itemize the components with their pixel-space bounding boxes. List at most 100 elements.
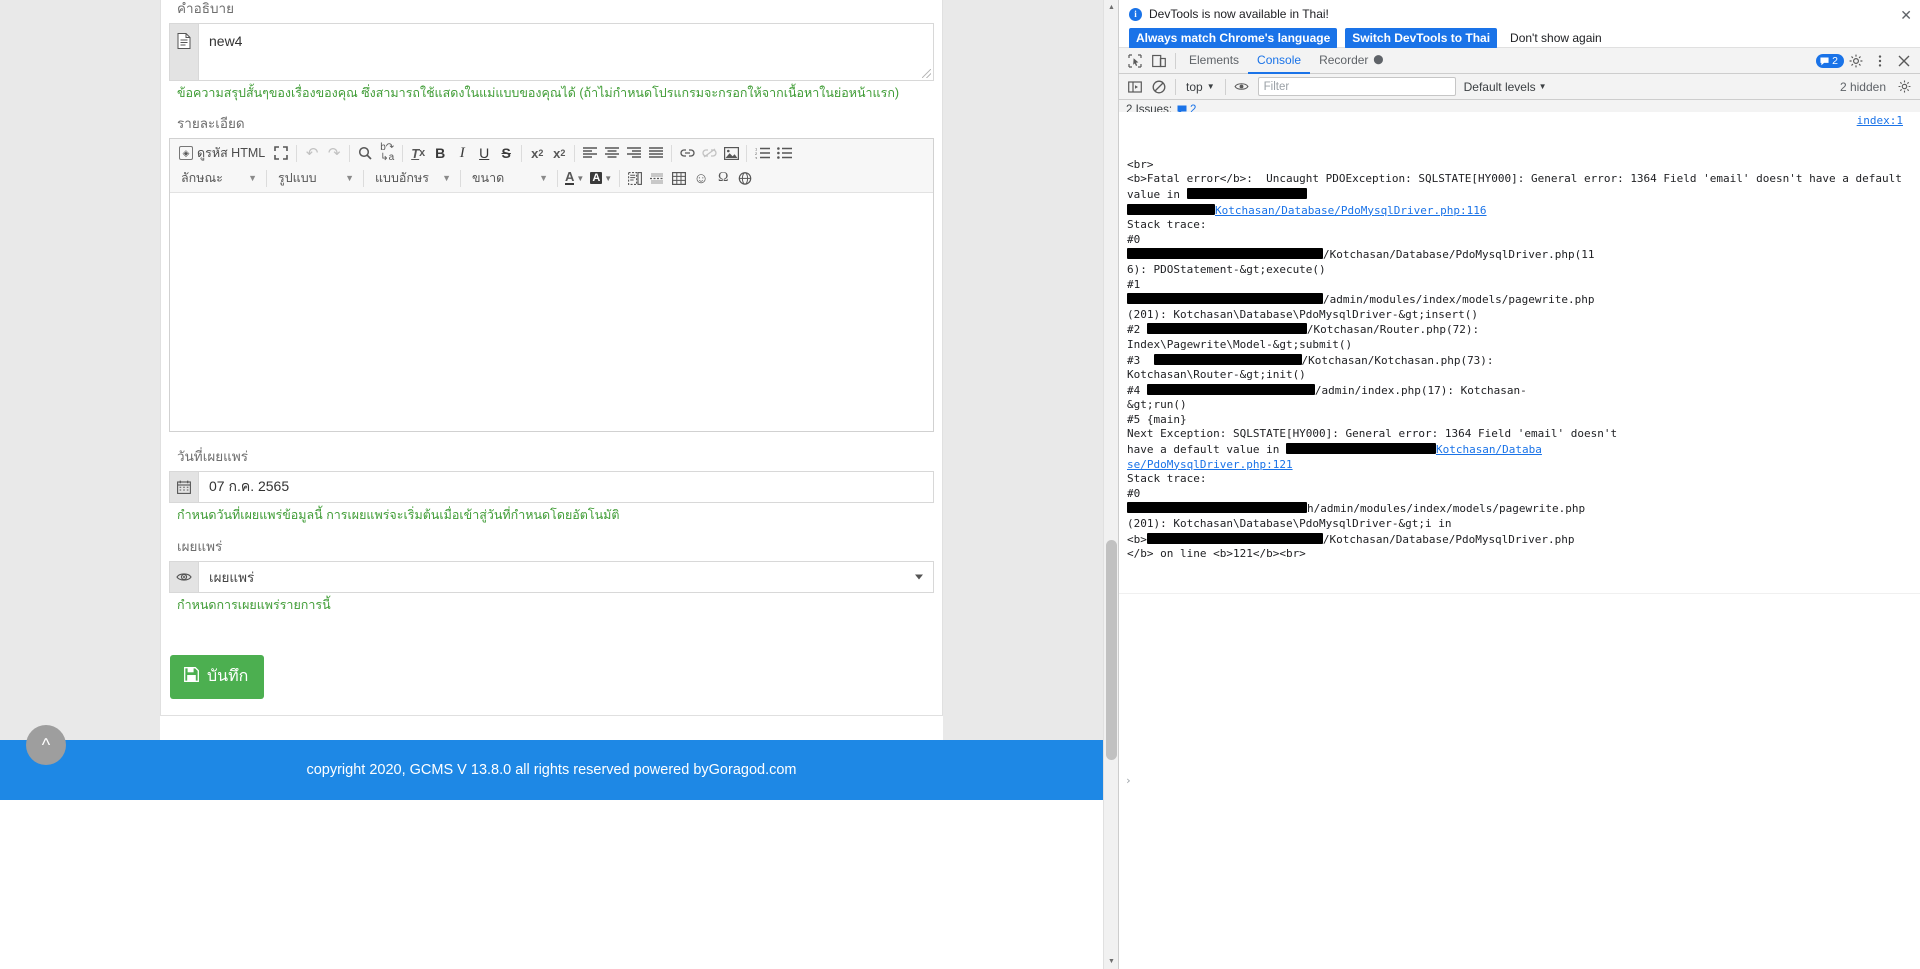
background-color-icon[interactable]: A ▼ (587, 167, 615, 189)
footer-link[interactable]: Goragod.com (709, 762, 797, 778)
log-levels-selector[interactable]: Default levels ▼ (1464, 80, 1547, 94)
save-button[interactable]: บันทึก (170, 655, 265, 699)
special-char-icon[interactable]: Ω (712, 167, 734, 189)
superscript-icon[interactable]: x2 (548, 142, 570, 164)
console-line: <br> (1127, 157, 1154, 171)
italic-icon[interactable]: I (451, 142, 473, 164)
form-actions: บันทึก (169, 655, 934, 699)
tab-console[interactable]: Console (1248, 48, 1311, 74)
separator (619, 169, 621, 187)
numbered-list-icon[interactable]: 1 2 3 (751, 142, 773, 164)
console-text: #4 (1127, 383, 1147, 397)
unlink-icon[interactable] (698, 142, 720, 164)
text-color-icon[interactable]: A ▼ (562, 167, 587, 189)
find-icon[interactable] (354, 142, 376, 164)
tab-recorder[interactable]: Recorder ⬤ (1310, 48, 1392, 74)
console-log-entry[interactable]: index:1 <br> <b>Fatal error</b>: Uncaught… (1119, 112, 1920, 594)
console-source-link[interactable]: index:1 (1857, 114, 1903, 129)
bulleted-list-icon[interactable] (773, 142, 795, 164)
console-text: #3 (1127, 353, 1154, 367)
field-description: คำอธิบาย new4 ข้อความสรุปสั้นๆของเรื่องข… (169, 0, 934, 101)
console-settings-gear-icon[interactable] (1892, 75, 1916, 99)
close-icon[interactable]: ✕ (1900, 8, 1912, 22)
page-scrollbar[interactable]: ▲ ▼ (1103, 0, 1118, 969)
page-break-icon[interactable] (646, 167, 668, 189)
align-justify-icon[interactable] (645, 142, 667, 164)
publish-date-label: วันที่เผยแพร่ (177, 449, 248, 464)
scrollbar-down-arrow[interactable]: ▼ (1104, 954, 1118, 969)
link-icon[interactable] (676, 142, 698, 164)
styles-combo[interactable]: ลักษณะ ▼ (174, 167, 262, 189)
context-selector[interactable]: top ▼ (1180, 77, 1221, 97)
console-line: have a default value in Kotchasan/Databa (1127, 442, 1903, 458)
publish-date-input[interactable]: 07 ก.ค. 2565 (199, 472, 933, 502)
align-right-icon[interactable] (623, 142, 645, 164)
console-filter-input[interactable]: Filter (1257, 77, 1456, 96)
source-label: ดูรหัส HTML (197, 146, 266, 160)
console-source-path-link[interactable]: Kotchasan/Database/PdoMysqlDriver.php:11… (1215, 204, 1487, 217)
font-combo[interactable]: แบบอักษร ▼ (368, 167, 456, 189)
issues-pill[interactable]: 2 (1816, 54, 1844, 68)
console-line: Stack trace: (1127, 218, 1207, 232)
publish-select[interactable]: เผยแพร่ (199, 562, 933, 592)
save-button-label: บันทึก (207, 668, 249, 685)
console-line: #2 /Kotchasan/Router.php(72): (1127, 322, 1903, 338)
textarea-resize-handle[interactable] (922, 69, 931, 78)
maximize-icon[interactable] (270, 142, 292, 164)
publish-input-group[interactable]: เผยแพร่ (169, 561, 934, 593)
align-center-icon[interactable] (601, 142, 623, 164)
close-icon[interactable] (1892, 49, 1916, 73)
scroll-to-top-button[interactable]: ^ (26, 725, 66, 765)
tab-elements[interactable]: Elements (1180, 48, 1248, 74)
scrollbar-thumb[interactable] (1106, 540, 1117, 760)
chevron-down-icon: ▼ (1206, 82, 1215, 91)
console-sidebar-icon[interactable] (1123, 75, 1147, 99)
console-source-path-link[interactable]: Kotchasan/Databa (1436, 443, 1542, 456)
eye-icon (170, 562, 199, 592)
description-input-group[interactable]: new4 (169, 23, 934, 81)
undo-icon[interactable]: ↶ (301, 142, 323, 164)
image-icon[interactable] (720, 142, 742, 164)
table-icon[interactable] (668, 167, 690, 189)
show-blocks-icon[interactable] (624, 167, 646, 189)
banner-message-row: i DevTools is now available in Thai! (1129, 5, 1912, 23)
iframe-icon[interactable] (734, 167, 756, 189)
console-text: /Kotchasan/Router.php(72): (1306, 323, 1480, 337)
redacted-path (1146, 383, 1315, 395)
gear-icon[interactable] (1844, 49, 1868, 73)
live-expression-eye-icon[interactable] (1230, 75, 1254, 99)
kebab-icon[interactable] (1868, 49, 1892, 73)
align-left-icon[interactable] (579, 142, 601, 164)
console-line: Kotchasan\Router-&gt;init() (1127, 368, 1306, 382)
console-source-path-link[interactable]: se/PdoMysqlDriver.php:121 (1127, 458, 1293, 471)
switch-devtools-to-thai-button[interactable]: Switch DevTools to Thai (1345, 28, 1498, 49)
console-prompt-caret[interactable]: › (1125, 774, 1132, 789)
always-match-language-button[interactable]: Always match Chrome's language (1129, 28, 1338, 49)
console-text: /admin/index.php(17): Kotchasan- (1314, 383, 1527, 397)
clear-console-icon[interactable] (1147, 75, 1171, 99)
remove-format-icon[interactable]: Tx (407, 142, 429, 164)
ckeditor-content-area[interactable] (170, 193, 933, 431)
description-textarea[interactable]: new4 (199, 24, 933, 80)
replace-icon[interactable]: b↷ ↳a (376, 142, 398, 164)
strikethrough-icon[interactable]: S (495, 142, 517, 164)
calendar-icon[interactable] (170, 472, 199, 502)
scrollbar-up-arrow[interactable]: ▲ (1104, 0, 1118, 15)
underline-icon[interactable]: U (473, 142, 495, 164)
bold-icon[interactable]: B (429, 142, 451, 164)
device-toolbar-icon[interactable] (1147, 49, 1171, 73)
subscript-icon[interactable]: x2 (526, 142, 548, 164)
format-combo[interactable]: รูปแบบ ▼ (271, 167, 359, 189)
publish-date-input-group[interactable]: 07 ก.ค. 2565 (169, 471, 934, 503)
separator (402, 144, 404, 162)
console-output[interactable]: index:1 <br> <b>Fatal error</b>: Uncaught… (1119, 112, 1920, 969)
console-text: /Kotchasan/Database/PdoMysqlDriver.php(1… (1323, 248, 1595, 262)
fontsize-combo[interactable]: ขนาด ▼ (465, 167, 553, 189)
separator (266, 169, 267, 187)
banner-message: DevTools is now available in Thai! (1149, 7, 1329, 21)
redo-icon[interactable]: ↷ (323, 142, 345, 164)
smiley-icon[interactable]: ☺ (690, 167, 712, 189)
dont-show-again-button[interactable]: Don't show again (1505, 28, 1607, 49)
source-icon[interactable]: ◈ ดูรหัส HTML (174, 142, 270, 164)
inspect-element-icon[interactable] (1123, 49, 1147, 73)
